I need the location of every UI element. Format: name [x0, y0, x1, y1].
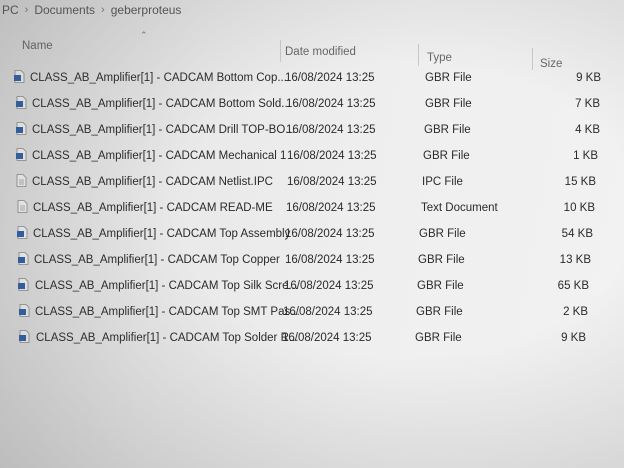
file-row[interactable]: CLASS_AB_Amplifier[1] - CADCAM Top SMT P… — [0, 302, 624, 324]
gbr-file-icon — [19, 304, 30, 317]
file-type: GBR File — [423, 150, 470, 162]
column-header-date[interactable]: Date modified — [285, 46, 356, 58]
chevron-right-icon: › — [24, 4, 29, 16]
file-row[interactable]: CLASS_AB_Amplifier[1] - CADCAM Top Coppe… — [0, 250, 624, 272]
column-header-type[interactable]: Type — [427, 52, 452, 64]
file-size: 65 KB — [557, 280, 589, 292]
file-row[interactable]: CLASS_AB_Amplifier[1] - CADCAM Drill TOP… — [0, 120, 624, 142]
breadcrumb-item-folder[interactable]: geberproteus — [111, 3, 182, 17]
file-type: GBR File — [425, 98, 472, 110]
gbr-file-icon — [16, 148, 27, 161]
file-name: CLASS_AB_Amplifier[1] - CADCAM Top Silk … — [35, 280, 299, 292]
file-name: CLASS_AB_Amplifier[1] - CADCAM Top Solde… — [36, 332, 299, 344]
file-name: CLASS_AB_Amplifier[1] - CADCAM Bottom Co… — [30, 72, 287, 84]
file-name: CLASS_AB_Amplifier[1] - CADCAM Top Assem… — [33, 228, 291, 240]
file-type: GBR File — [417, 280, 464, 292]
file-date-modified: 16/08/2024 13:25 — [287, 150, 377, 162]
file-row[interactable]: CLASS_AB_Amplifier[1] - CADCAM Bottom So… — [0, 94, 624, 116]
file-date-modified: 16/08/2024 13:25 — [287, 176, 377, 188]
file-row[interactable]: CLASS_AB_Amplifier[1] - CADCAM READ-ME 16… — [0, 198, 624, 220]
file-date-modified: 16/08/2024 13:25 — [285, 228, 375, 240]
file-size: 4 KB — [575, 124, 600, 136]
file-size: 9 KB — [576, 72, 601, 84]
file-date-modified: 16/08/2024 13:25 — [282, 332, 372, 344]
file-date-modified: 16/08/2024 13:25 — [285, 72, 375, 84]
gbr-file-icon — [16, 122, 27, 135]
column-divider[interactable] — [532, 48, 533, 70]
file-type: GBR File — [418, 254, 465, 266]
file-date-modified: 16/08/2024 13:25 — [286, 124, 376, 136]
file-name: CLASS_AB_Amplifier[1] - CADCAM Bottom So… — [32, 98, 291, 110]
gbr-file-icon — [16, 96, 27, 109]
column-divider[interactable] — [280, 40, 281, 62]
file-type: GBR File — [415, 332, 462, 344]
file-type: GBR File — [424, 124, 471, 136]
gbr-file-icon — [19, 330, 30, 343]
file-size: 54 KB — [561, 228, 593, 240]
file-date-modified: 16/08/2024 13:25 — [286, 202, 376, 214]
gbr-file-icon — [18, 252, 29, 265]
file-date-modified: 16/08/2024 13:25 — [284, 280, 374, 292]
file-date-modified: 16/08/2024 13:25 — [283, 306, 373, 318]
gbr-file-icon — [17, 226, 28, 239]
breadcrumb-item-documents[interactable]: Documents — [34, 3, 95, 17]
breadcrumb: PC › Documents › geberproteus — [0, 0, 624, 20]
file-size: 9 KB — [561, 332, 586, 344]
file-name: CLASS_AB_Amplifier[1] - CADCAM Top Coppe… — [34, 254, 280, 266]
file-name: CLASS_AB_Amplifier[1] - CADCAM Drill TOP… — [32, 124, 295, 136]
breadcrumb-item-pc[interactable]: PC — [2, 3, 19, 17]
gbr-file-icon — [18, 278, 29, 291]
chevron-right-icon: › — [101, 4, 105, 16]
file-size: 2 KB — [563, 306, 588, 318]
file-name: CLASS_AB_Amplifier[1] - CADCAM Mechanica… — [32, 150, 287, 162]
file-date-modified: 16/08/2024 13:25 — [285, 254, 375, 266]
file-name: CLASS_AB_Amplifier[1] - CADCAM READ-ME — [33, 202, 273, 214]
file-size: 7 KB — [575, 98, 600, 110]
file-type: IPC File — [422, 176, 463, 188]
file-type: GBR File — [419, 228, 466, 240]
file-size: 15 KB — [564, 176, 596, 188]
file-explorer-window: PC › Documents › geberproteus Name ⌃ Dat… — [0, 0, 624, 468]
file-type: Text Document — [421, 202, 498, 214]
sort-up-icon: ⌃ — [140, 30, 148, 40]
file-name: CLASS_AB_Amplifier[1] - CADCAM Netlist.I… — [32, 176, 273, 188]
column-header-row: Name ⌃ Date modified Type Size — [0, 30, 624, 70]
file-size: 13 KB — [559, 254, 591, 266]
file-row[interactable]: CLASS_AB_Amplifier[1] - CADCAM Top Assem… — [0, 224, 624, 246]
gbr-file-icon — [14, 70, 25, 83]
column-header-name[interactable]: Name — [22, 40, 53, 52]
file-size: 10 KB — [563, 202, 595, 214]
file-row[interactable]: CLASS_AB_Amplifier[1] - CADCAM Top Silk … — [0, 276, 624, 298]
file-type: GBR File — [425, 72, 472, 84]
file-row[interactable]: CLASS_AB_Amplifier[1] - CADCAM Mechanica… — [0, 146, 624, 168]
file-type: GBR File — [416, 306, 463, 318]
file-name: CLASS_AB_Amplifier[1] - CADCAM Top SMT P… — [35, 306, 300, 318]
generic-file-icon — [16, 174, 27, 187]
file-row[interactable]: CLASS_AB_Amplifier[1] - CADCAM Bottom Co… — [0, 68, 624, 90]
file-row[interactable]: CLASS_AB_Amplifier[1] - CADCAM Netlist.I… — [0, 172, 624, 194]
text-file-icon — [17, 200, 28, 213]
file-size: 1 KB — [573, 150, 598, 162]
column-divider[interactable] — [418, 44, 419, 66]
file-row[interactable]: CLASS_AB_Amplifier[1] - CADCAM Top Solde… — [0, 328, 624, 350]
file-date-modified: 16/08/2024 13:25 — [286, 98, 376, 110]
